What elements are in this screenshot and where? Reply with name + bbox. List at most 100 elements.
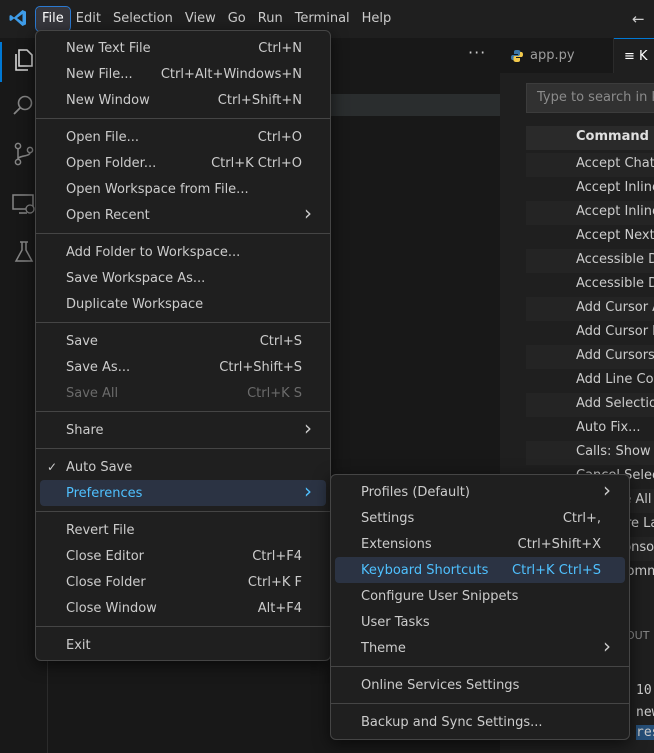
menu-item-add-folder-to-workspace[interactable]: Add Folder to Workspace... bbox=[40, 239, 326, 265]
menu-help[interactable]: Help bbox=[356, 7, 398, 31]
menu-item-settings[interactable]: Settings Ctrl+, bbox=[335, 505, 625, 531]
keybinding-row[interactable]: Accept Next Word bbox=[526, 225, 654, 249]
chevron-right-icon: › bbox=[603, 634, 611, 658]
menu-item-shortcut: Ctrl+S bbox=[259, 333, 302, 349]
menu-item-label: Open Workspace from File... bbox=[66, 181, 249, 197]
search-icon[interactable] bbox=[10, 92, 38, 120]
menu-item-save-as[interactable]: Save As... Ctrl+Shift+S bbox=[40, 354, 326, 380]
menu-item-user-tasks[interactable]: User Tasks bbox=[335, 609, 625, 635]
menu-item-keyboard-shortcuts[interactable]: Keyboard Shortcuts Ctrl+K Ctrl+S bbox=[335, 557, 625, 583]
menu-item-open-recent[interactable]: Open Recent › bbox=[40, 201, 326, 228]
file-menu-dropdown: New Text File Ctrl+N New File... Ctrl+Alt+W… bbox=[35, 30, 331, 661]
menu-terminal[interactable]: Terminal bbox=[289, 7, 356, 31]
menu-item-shortcut: Ctrl+Shift+N bbox=[217, 92, 302, 108]
menu-item-label: Theme bbox=[361, 640, 406, 656]
keybinding-row[interactable]: Accept Inline Edit bbox=[526, 201, 654, 225]
menu-item-label: New Text File bbox=[66, 40, 151, 56]
menu-view[interactable]: View bbox=[179, 7, 222, 31]
menu-item-new-text-file[interactable]: New Text File Ctrl+N bbox=[40, 35, 326, 61]
menu-item-open-workspace-from-file[interactable]: Open Workspace from File... bbox=[40, 176, 326, 202]
menu-item-shortcut: Ctrl+Alt+Windows+N bbox=[160, 66, 302, 82]
source-control-icon[interactable] bbox=[10, 140, 38, 168]
menu-item-shortcut: Ctrl+F4 bbox=[252, 548, 302, 564]
menu-item-save[interactable]: Save Ctrl+S bbox=[40, 328, 326, 354]
menu-item-close-window[interactable]: Close Window Alt+F4 bbox=[40, 595, 326, 621]
keybinding-row[interactable]: Accept Inline Completion bbox=[526, 177, 654, 201]
chevron-right-icon: › bbox=[603, 478, 611, 502]
keybinding-row[interactable]: Add Selection to Next bbox=[526, 393, 654, 417]
explorer-icon[interactable] bbox=[10, 46, 38, 74]
terminal-line: new bbox=[636, 705, 654, 720]
menu-item-shortcut: Ctrl+K Ctrl+O bbox=[211, 155, 302, 171]
menu-bar: File Edit Selection View Go Run Terminal… bbox=[35, 6, 398, 32]
menu-item-label: User Tasks bbox=[361, 614, 430, 630]
menu-item-extensions[interactable]: Extensions Ctrl+Shift+X bbox=[335, 531, 625, 557]
keybinding-row[interactable]: Accessible Diff Viewer bbox=[526, 273, 654, 297]
tab-keyboard-shortcuts[interactable]: ≡ K bbox=[614, 38, 654, 73]
more-actions-icon[interactable]: ··· bbox=[468, 43, 486, 62]
active-indicator bbox=[0, 42, 2, 82]
menu-separator bbox=[36, 511, 330, 512]
menu-item-label: Online Services Settings bbox=[361, 677, 520, 693]
menu-item-open-folder[interactable]: Open Folder... Ctrl+K Ctrl+O bbox=[40, 150, 326, 176]
menu-item-exit[interactable]: Exit bbox=[40, 632, 326, 658]
menu-item-label: Exit bbox=[66, 637, 91, 653]
menu-item-shortcut: Ctrl+Shift+S bbox=[219, 359, 302, 375]
chevron-right-icon: › bbox=[304, 479, 312, 503]
menu-item-label: Profiles (Default) bbox=[361, 484, 470, 500]
keybinding-row[interactable]: Add Cursor Above bbox=[526, 297, 654, 321]
menu-separator bbox=[36, 411, 330, 412]
keybinding-row[interactable]: Add Cursor Below bbox=[526, 321, 654, 345]
menu-go[interactable]: Go bbox=[222, 7, 252, 31]
tab-app-py[interactable]: app.py bbox=[500, 38, 614, 73]
menu-item-online-services-settings[interactable]: Online Services Settings bbox=[335, 672, 625, 698]
menu-item-label: Save All bbox=[66, 385, 119, 401]
menu-item-share[interactable]: Share › bbox=[40, 416, 326, 443]
checkmark-icon: ✓ bbox=[47, 460, 58, 474]
keybinding-row[interactable]: Accessible Diff Viewer bbox=[526, 249, 654, 273]
menu-separator bbox=[331, 666, 629, 667]
menu-item-open-file[interactable]: Open File... Ctrl+O bbox=[40, 124, 326, 150]
menu-separator bbox=[36, 448, 330, 449]
menu-item-profiles-default[interactable]: Profiles (Default) › bbox=[335, 478, 625, 505]
keybinding-row[interactable]: Accept Chat Inline bbox=[526, 153, 654, 177]
menu-item-close-folder[interactable]: Close Folder Ctrl+K F bbox=[40, 569, 326, 595]
menu-separator bbox=[36, 322, 330, 323]
menu-item-duplicate-workspace[interactable]: Duplicate Workspace bbox=[40, 291, 326, 317]
menu-item-revert-file[interactable]: Revert File bbox=[40, 517, 326, 543]
menu-item-label: Close Folder bbox=[66, 574, 146, 590]
menu-item-new-window[interactable]: New Window Ctrl+Shift+N bbox=[40, 87, 326, 113]
terminal-line: res bbox=[636, 725, 654, 740]
menu-item-label: Settings bbox=[361, 510, 415, 526]
column-header-command[interactable]: Command bbox=[526, 126, 654, 150]
editor-tab-bar: app.py ≡ K bbox=[500, 38, 654, 73]
menu-item-preferences[interactable]: Preferences › bbox=[40, 479, 326, 506]
menu-item-save-workspace-as[interactable]: Save Workspace As... bbox=[40, 265, 326, 291]
testing-flask-icon[interactable] bbox=[10, 238, 38, 266]
keybinding-row[interactable]: Calls: Show Call Hierarchy bbox=[526, 441, 654, 465]
menu-item-label: Save As... bbox=[66, 359, 131, 375]
menu-item-close-editor[interactable]: Close Editor Ctrl+F4 bbox=[40, 543, 326, 569]
menu-edit[interactable]: Edit bbox=[70, 7, 107, 31]
keybinding-row[interactable]: Add Line Comment bbox=[526, 369, 654, 393]
menu-item-shortcut: Ctrl+K Ctrl+S bbox=[512, 562, 601, 578]
tab-label: app.py bbox=[530, 48, 575, 63]
menu-item-auto-save[interactable]: ✓ Auto Save bbox=[40, 454, 326, 480]
menu-item-label: Share bbox=[66, 422, 104, 438]
keybindings-search-input[interactable]: Type to search in keybindings bbox=[526, 83, 654, 113]
menu-item-new-file[interactable]: New File... Ctrl+Alt+Windows+N bbox=[40, 61, 326, 87]
back-arrow-icon[interactable]: ← bbox=[632, 10, 645, 28]
menu-item-configure-user-snippets[interactable]: Configure User Snippets bbox=[335, 583, 625, 609]
chevron-right-icon: › bbox=[304, 201, 312, 225]
menu-item-theme[interactable]: Theme › bbox=[335, 634, 625, 661]
remote-explorer-icon[interactable] bbox=[10, 190, 38, 218]
keybinding-row[interactable]: Auto Fix... bbox=[526, 417, 654, 441]
menu-run[interactable]: Run bbox=[252, 7, 289, 31]
menu-file[interactable]: File bbox=[35, 6, 71, 32]
menu-selection[interactable]: Selection bbox=[107, 7, 179, 31]
menu-item-backup-and-sync-settings[interactable]: Backup and Sync Settings... bbox=[335, 709, 625, 735]
menu-item-shortcut: Alt+F4 bbox=[257, 600, 302, 616]
terminal-line: 10 bbox=[636, 683, 652, 698]
menu-separator bbox=[36, 626, 330, 627]
keybinding-row[interactable]: Add Cursors to Line Ends bbox=[526, 345, 654, 369]
